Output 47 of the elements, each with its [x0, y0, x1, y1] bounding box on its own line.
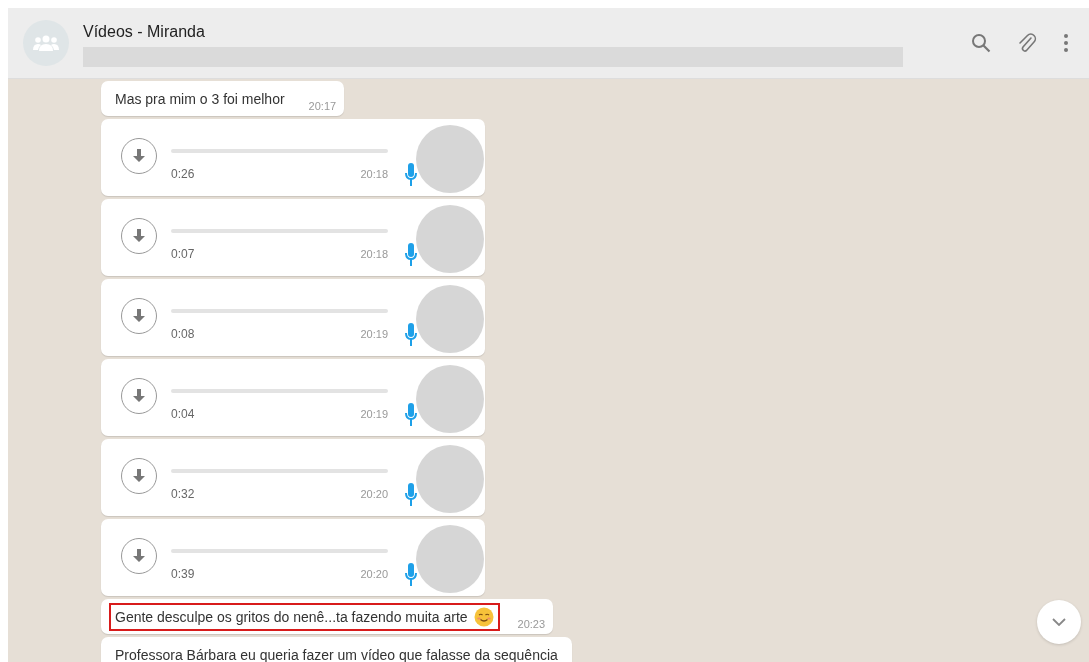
sender-avatar: [416, 205, 484, 273]
sender-avatar: [416, 285, 484, 353]
microphone-icon: [405, 323, 417, 347]
search-icon[interactable]: [971, 33, 991, 53]
download-button[interactable]: [121, 457, 157, 494]
message-time: 20:19: [360, 407, 388, 420]
message-text: Professora Bárbara eu queria fazer um vídeo que falasse da sequência: [115, 646, 558, 662]
chevron-down-icon: [1052, 618, 1066, 626]
down-arrow-icon: [133, 468, 145, 483]
down-arrow-icon: [133, 308, 145, 323]
menu-icon[interactable]: [1063, 33, 1069, 53]
microphone-icon: [405, 403, 417, 427]
message-time: 20:23: [517, 618, 546, 630]
down-arrow-icon: [133, 148, 145, 163]
down-arrow-icon: [133, 548, 145, 563]
download-button[interactable]: [121, 537, 157, 574]
sender-avatar: [416, 525, 484, 593]
message-time: 20:18: [360, 247, 388, 260]
download-button[interactable]: [121, 137, 157, 174]
audio-duration: 0:07: [171, 246, 195, 261]
audio-duration: 0:39: [171, 566, 195, 581]
microphone-icon: [405, 563, 417, 587]
message-time: 20:19: [360, 327, 388, 340]
down-arrow-icon: [133, 388, 145, 403]
download-button[interactable]: [121, 297, 157, 334]
microphone-icon: [405, 163, 417, 187]
audio-duration: 0:32: [171, 486, 195, 501]
download-button[interactable]: [121, 217, 157, 254]
message-text: Mas pra mim o 3 foi melhor: [115, 90, 285, 109]
audio-duration: 0:04: [171, 406, 195, 421]
audio-duration: 0:26: [171, 166, 195, 181]
sender-avatar: [416, 365, 484, 433]
paperclip-icon[interactable]: [1017, 32, 1037, 54]
down-arrow-icon: [133, 228, 145, 243]
message-text: Gente desculpe os gritos do nenê...ta fazendo muita arte: [115, 608, 468, 627]
sender-avatar: [416, 445, 484, 513]
message-time: 20:20: [360, 487, 388, 500]
download-button[interactable]: [121, 377, 157, 414]
microphone-icon: [405, 243, 417, 267]
group-avatar-icon: [23, 20, 69, 66]
message-time: 20:20: [360, 567, 388, 580]
chat-title: Vídeos - Miranda: [83, 23, 206, 41]
message-time: 20:17: [308, 100, 337, 112]
sender-avatar: [416, 125, 484, 193]
microphone-icon: [405, 483, 417, 507]
audio-duration: 0:08: [171, 326, 195, 341]
message-time: 20:18: [360, 167, 388, 180]
